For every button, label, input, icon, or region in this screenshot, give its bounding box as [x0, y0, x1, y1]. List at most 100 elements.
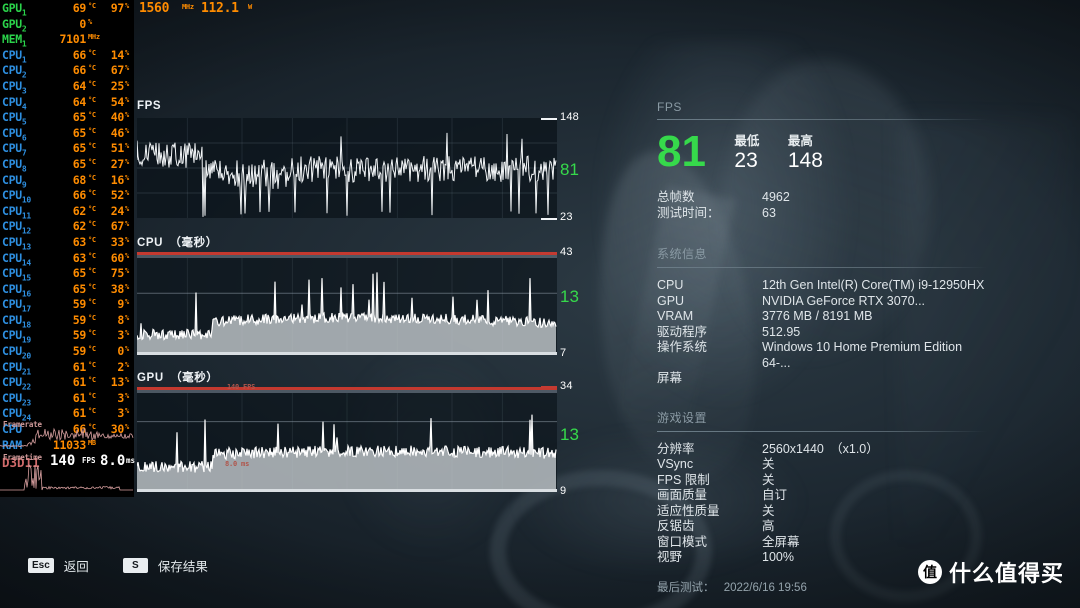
row-value: 自订 — [762, 488, 788, 502]
row-value: 3776 MB / 8191 MB — [762, 309, 873, 323]
duration-value: 63 — [762, 205, 776, 220]
osd-row-unit-secondary: % — [125, 142, 129, 151]
osd-row-value-secondary: 67 — [110, 63, 125, 78]
s-key-badge[interactable]: S — [122, 558, 148, 573]
osd-row: CPU20 59 °C 0% — [0, 343, 134, 360]
chart-fps-plot — [137, 118, 557, 218]
system-info-row: GPU NVIDIA GeForce RTX 3070... — [657, 294, 987, 310]
osd-row: CPU4 64 °C 54% — [0, 94, 134, 111]
row-value: 全屏幕 — [762, 534, 800, 549]
osd-row-unit-secondary: % — [125, 376, 129, 385]
gpu-clock-power-readout: 1560 MHz 112.1 W — [134, 0, 274, 16]
row-key: 操作系统 — [657, 340, 708, 354]
system-section-heading: 系统信息 — [657, 247, 708, 261]
divider — [657, 267, 987, 268]
chart-cpu-current-value: 13 — [560, 287, 579, 306]
footer-shortcuts: Esc 返回 S 保存结果 — [28, 556, 232, 575]
watermark-icon: 值 — [917, 560, 942, 584]
osd-row-unit-primary: % — [88, 17, 92, 26]
row-key: VRAM — [657, 309, 694, 323]
osd-row-unit-secondary: % — [125, 313, 129, 322]
esc-key-badge[interactable]: Esc — [28, 558, 54, 573]
osd-row: CPU1 66 °C 14% — [0, 47, 134, 64]
osd-row-value-primary: 62 — [72, 203, 87, 218]
row-key: 屏幕 — [657, 371, 683, 385]
row-value: 12th Gen Intel(R) Core(TM) i9-12950HX — [762, 278, 985, 292]
hardware-monitor-overlay: GPU1 69 °C 97% GPU2 0% MEM1 7101 MHz CPU1 66 °C 14% C… — [0, 0, 135, 497]
osd-row: CPU11 62 °C 24% — [0, 203, 134, 220]
row-key: 画面质量 — [657, 488, 708, 502]
row-value: 高 — [762, 519, 775, 533]
game-settings-heading: 游戏设置 — [657, 410, 708, 425]
chart-cpu-top-tickline — [541, 252, 557, 254]
osd-row-unit-secondary: % — [125, 204, 129, 213]
osd-row: GPU1 69 °C 97% — [0, 0, 134, 17]
osd-row-value-secondary: 9 — [117, 297, 124, 312]
chart-fps-top-tick: 148 — [560, 111, 579, 123]
row-key: VSync — [657, 457, 694, 471]
osd-row: CPU9 68 °C 16% — [0, 172, 134, 189]
back-label[interactable]: 返回 — [64, 556, 89, 575]
osd-row-value-secondary: 3 — [117, 406, 124, 421]
save-results-label[interactable]: 保存结果 — [158, 556, 208, 575]
osd-row-value-primary: 59 — [72, 312, 87, 327]
osd-row-unit-secondary: % — [125, 267, 129, 276]
divider — [657, 119, 987, 120]
game-setting-row: 窗口模式 全屏幕 — [657, 535, 987, 551]
osd-row-value-primary: 68 — [72, 172, 87, 187]
osd-row-value-primary: 59 — [72, 344, 87, 359]
system-info-row: CPU 12th Gen Intel(R) Core(TM) i9-12950HX — [657, 278, 987, 294]
osd-row-unit-secondary: % — [125, 235, 129, 244]
osd-row-value-primary: 65 — [72, 125, 87, 140]
fps-average-value: 81 — [657, 127, 706, 176]
osd-row: CPU23 61 °C 3% — [0, 390, 134, 407]
watermark-text: 什么值得买 — [948, 561, 1064, 586]
osd-row-value-primary: 65 — [72, 266, 87, 281]
osd-row: CPU16 65 °C 38% — [0, 281, 134, 298]
chart-cpu-plot — [137, 252, 557, 355]
osd-row-value-secondary: 8 — [117, 312, 124, 327]
row-key: 适应性质量 — [657, 503, 720, 518]
chart-cpu-title: CPU （毫秒） — [137, 237, 218, 249]
osd-row-unit-secondary: % — [125, 126, 129, 135]
osd-row-value-primary: 65 — [72, 281, 87, 296]
osd-row-unit-secondary: % — [125, 282, 129, 291]
osd-row: CPU22 61 °C 13% — [0, 374, 134, 391]
gpu-power-unit: W — [248, 3, 252, 11]
osd-row-value-primary: 62 — [72, 219, 87, 234]
osd-row-value-primary: 64 — [72, 78, 87, 93]
osd-row: CPU12 62 °C 67% — [0, 218, 134, 235]
system-info-row: VRAM 3776 MB / 8191 MB — [657, 309, 987, 325]
osd-row: CPU10 66 °C 52% — [0, 187, 134, 204]
chart-fps-current-value: 81 — [560, 160, 579, 179]
osd-row-unit-secondary: % — [125, 189, 129, 198]
last-test-label: 最后测试： — [657, 581, 715, 594]
osd-row-unit-secondary: % — [125, 407, 129, 416]
fps-min-value: 23 — [734, 149, 758, 172]
osd-row-value-secondary: 38 — [110, 281, 125, 296]
row-key: 反锯齿 — [657, 519, 695, 533]
osd-row-value-secondary: 2 — [117, 359, 124, 374]
osd-row-value-secondary: 3 — [117, 390, 124, 405]
row-key: GPU — [657, 293, 685, 308]
row-key: 窗口模式 — [657, 534, 708, 549]
chart-fps-top-tickline — [541, 118, 557, 120]
osd-row-value-primary: 69 — [72, 1, 87, 15]
game-setting-row: FPS 限制 关 — [657, 473, 987, 489]
osd-row: CPU3 64 °C 25% — [0, 78, 134, 95]
osd-row-unit-secondary: % — [125, 251, 129, 260]
osd-row-unit-primary: MHz — [88, 33, 100, 42]
fps-min-label: 最低 — [734, 134, 760, 148]
total-frames-value: 4962 — [762, 190, 790, 204]
osd-row: CPU24 61 °C 3% — [0, 405, 134, 422]
osd-row-unit-secondary: % — [125, 220, 129, 229]
embedded-osd-frametime-tag: 8.0 ms — [225, 460, 250, 468]
chart-gpu-bottom-tick: 9 — [560, 485, 567, 497]
osd-row: CPU7 65 °C 51% — [0, 140, 134, 157]
osd-row-value-secondary: 13 — [110, 375, 125, 390]
system-info-row: 驱动程序 512.95 — [657, 325, 987, 341]
osd-row: CPU15 65 °C 75% — [0, 265, 134, 282]
game-setting-row: 反锯齿 高 — [657, 519, 987, 535]
chart-gpu-top-tick: 34 — [560, 380, 573, 392]
chart-gpu: GPU （毫秒） 8.0 ms 140 FPS — [137, 372, 557, 492]
